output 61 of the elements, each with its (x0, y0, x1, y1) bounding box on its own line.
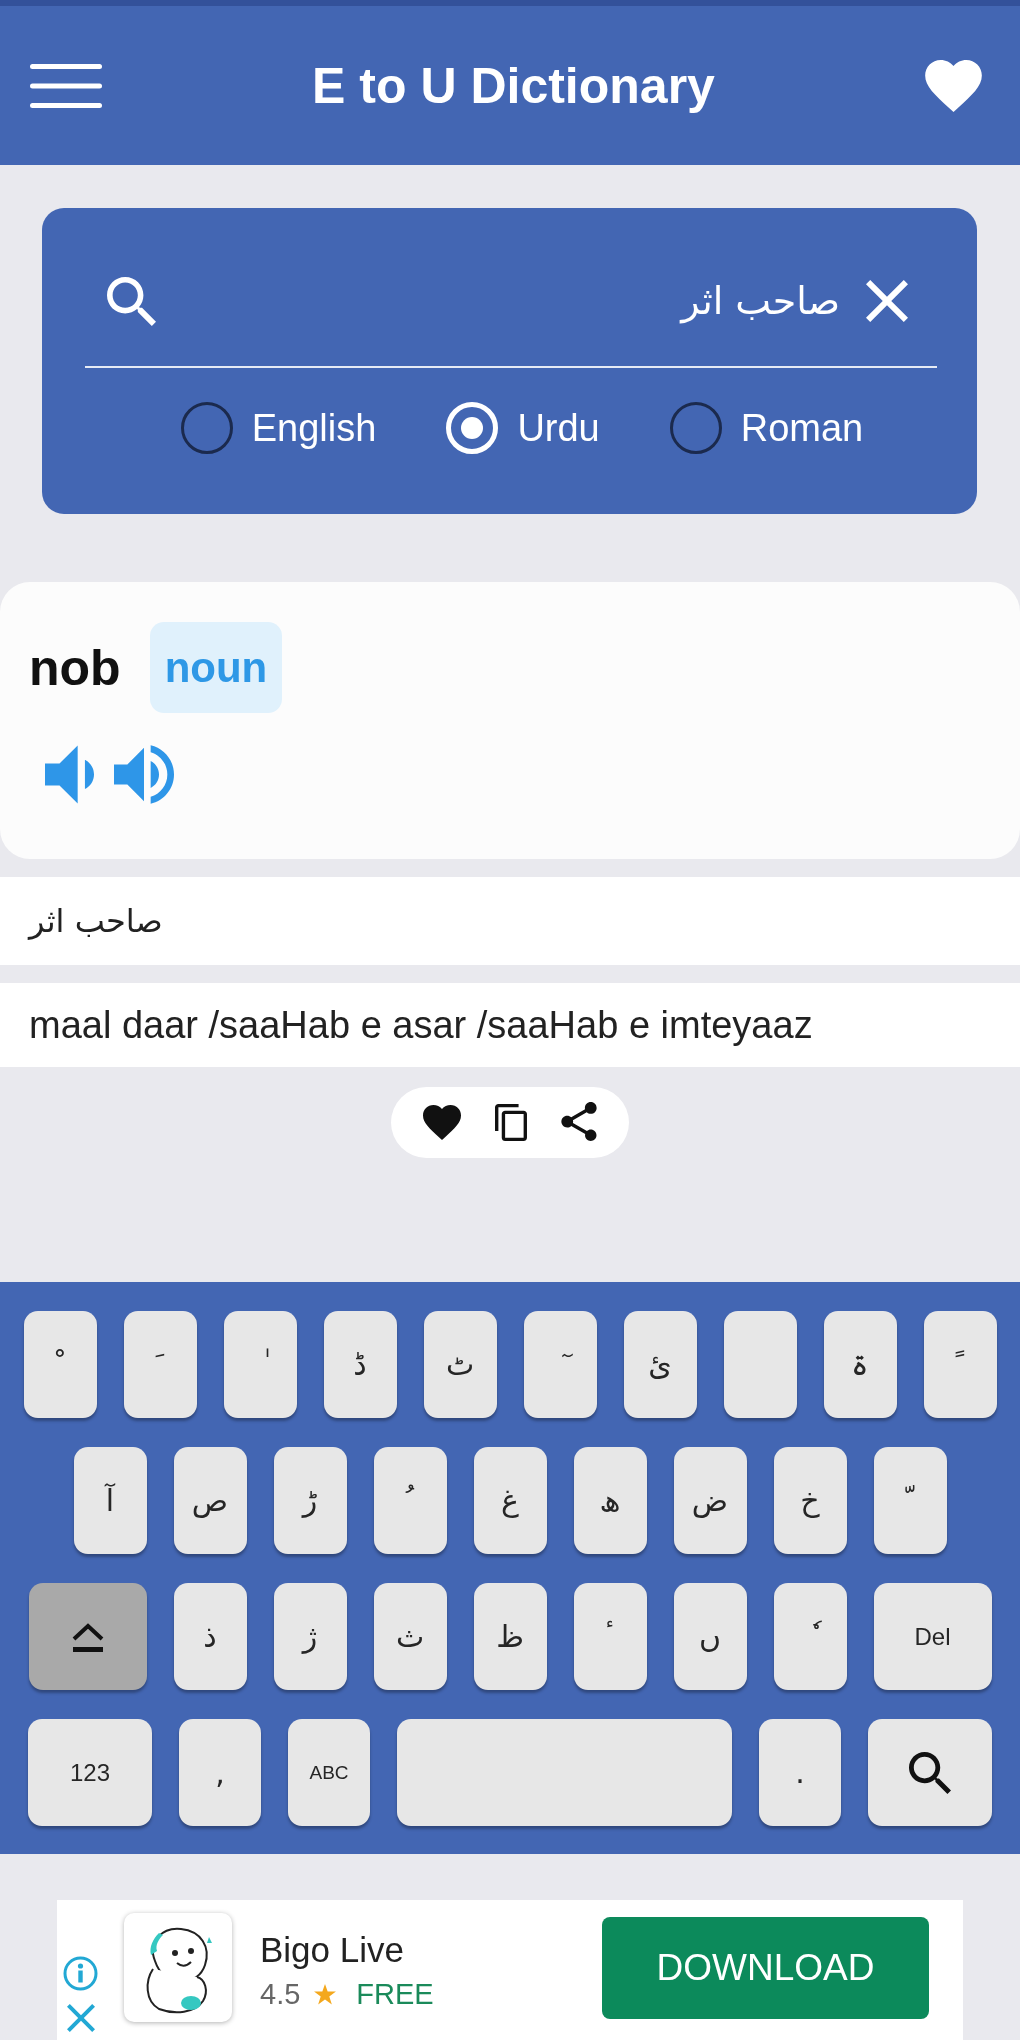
part-of-speech-tag: noun (149, 622, 283, 713)
headword: nob (29, 638, 121, 697)
keyboard-key[interactable]: ظ (473, 1583, 547, 1690)
search-field[interactable]: صاحب اثر (85, 248, 937, 368)
keyboard-key[interactable]: آ (73, 1447, 147, 1554)
radio-button[interactable] (669, 402, 722, 454)
keyboard-key[interactable]: ں (673, 1583, 747, 1690)
info-icon[interactable] (63, 1956, 98, 1991)
keyboard-key[interactable]: ث (373, 1583, 447, 1690)
keyboard-key[interactable]: ۃ (823, 1311, 897, 1418)
radio-label[interactable]: Roman (740, 406, 864, 450)
keyboard-key[interactable]: ئ (623, 1311, 697, 1418)
keyboard-key[interactable] (723, 1311, 797, 1418)
app-name: Bigo Live (260, 1929, 405, 1970)
keyboard-key[interactable]: . (759, 1719, 841, 1826)
keyboard-key[interactable]: غ (473, 1447, 547, 1554)
dinosaur-icon[interactable] (124, 1913, 232, 2022)
keyboard-key[interactable]: ﹾ (23, 1311, 97, 1418)
radio-label[interactable]: Urdu (517, 406, 600, 450)
keyboard-key[interactable]: ٴ (573, 1583, 647, 1690)
keyboard-key[interactable]: ٓ (523, 1311, 597, 1418)
keyboard-key[interactable]: ﹸ (373, 1447, 447, 1554)
radio-button[interactable] (180, 402, 233, 454)
copy-icon[interactable] (495, 1104, 527, 1141)
close-icon[interactable] (866, 280, 908, 322)
close-icon[interactable] (66, 2004, 95, 2032)
search-icon[interactable] (107, 276, 156, 326)
keyboard-key[interactable]: ﹶ (123, 1311, 197, 1418)
keyboard-key[interactable]: ژ (273, 1583, 347, 1690)
app-title: E to U Dictionary (312, 56, 715, 115)
keyboard-key[interactable]: ٹ (423, 1311, 497, 1418)
keyboard-key[interactable]: ض (673, 1447, 747, 1554)
roman-meaning: maal daar /saaHab e asar /saaHab e imteyaaz (0, 983, 1020, 1067)
price: FREE (356, 1977, 434, 2011)
keyboard-key[interactable]: ڑ (273, 1447, 347, 1554)
keyboard-key[interactable]: ص (173, 1447, 247, 1554)
keyboard-key[interactable]: ٗ (773, 1583, 847, 1690)
speaker-icon[interactable] (45, 745, 94, 804)
keyboard-key[interactable]: ذ (173, 1583, 247, 1690)
keyboard-key[interactable]: ٰ (223, 1311, 297, 1418)
keyboard-key[interactable]: ﹼ (873, 1447, 947, 1554)
keyboard-key[interactable]: Del (873, 1583, 992, 1690)
menu-icon[interactable] (30, 63, 102, 108)
heart-icon[interactable] (423, 1105, 461, 1140)
speaker-icon[interactable] (114, 745, 174, 804)
keyboard-key[interactable]: ABC (288, 1719, 370, 1826)
share-icon[interactable] (561, 1102, 597, 1143)
keyboard-key[interactable]: خ (773, 1447, 847, 1554)
star-icon (314, 1983, 337, 2005)
urdu-meaning: صاحب اثر (0, 877, 1020, 965)
rating: 4.5 (260, 1977, 301, 2011)
shift-key[interactable] (28, 1583, 147, 1690)
radio-label[interactable]: English (251, 406, 377, 450)
download-button[interactable]: DOWNLOAD (602, 1917, 929, 2019)
search-icon (909, 1751, 951, 1794)
keyboard-key[interactable]: ﹰ (923, 1311, 997, 1418)
keyboard-key[interactable]: ھ (573, 1447, 647, 1554)
keyboard-key[interactable]: 123 (28, 1719, 152, 1826)
keyboard-key[interactable]: , (179, 1719, 261, 1826)
keyboard-key[interactable]: ڈ (323, 1311, 397, 1418)
search-key[interactable] (868, 1719, 992, 1826)
